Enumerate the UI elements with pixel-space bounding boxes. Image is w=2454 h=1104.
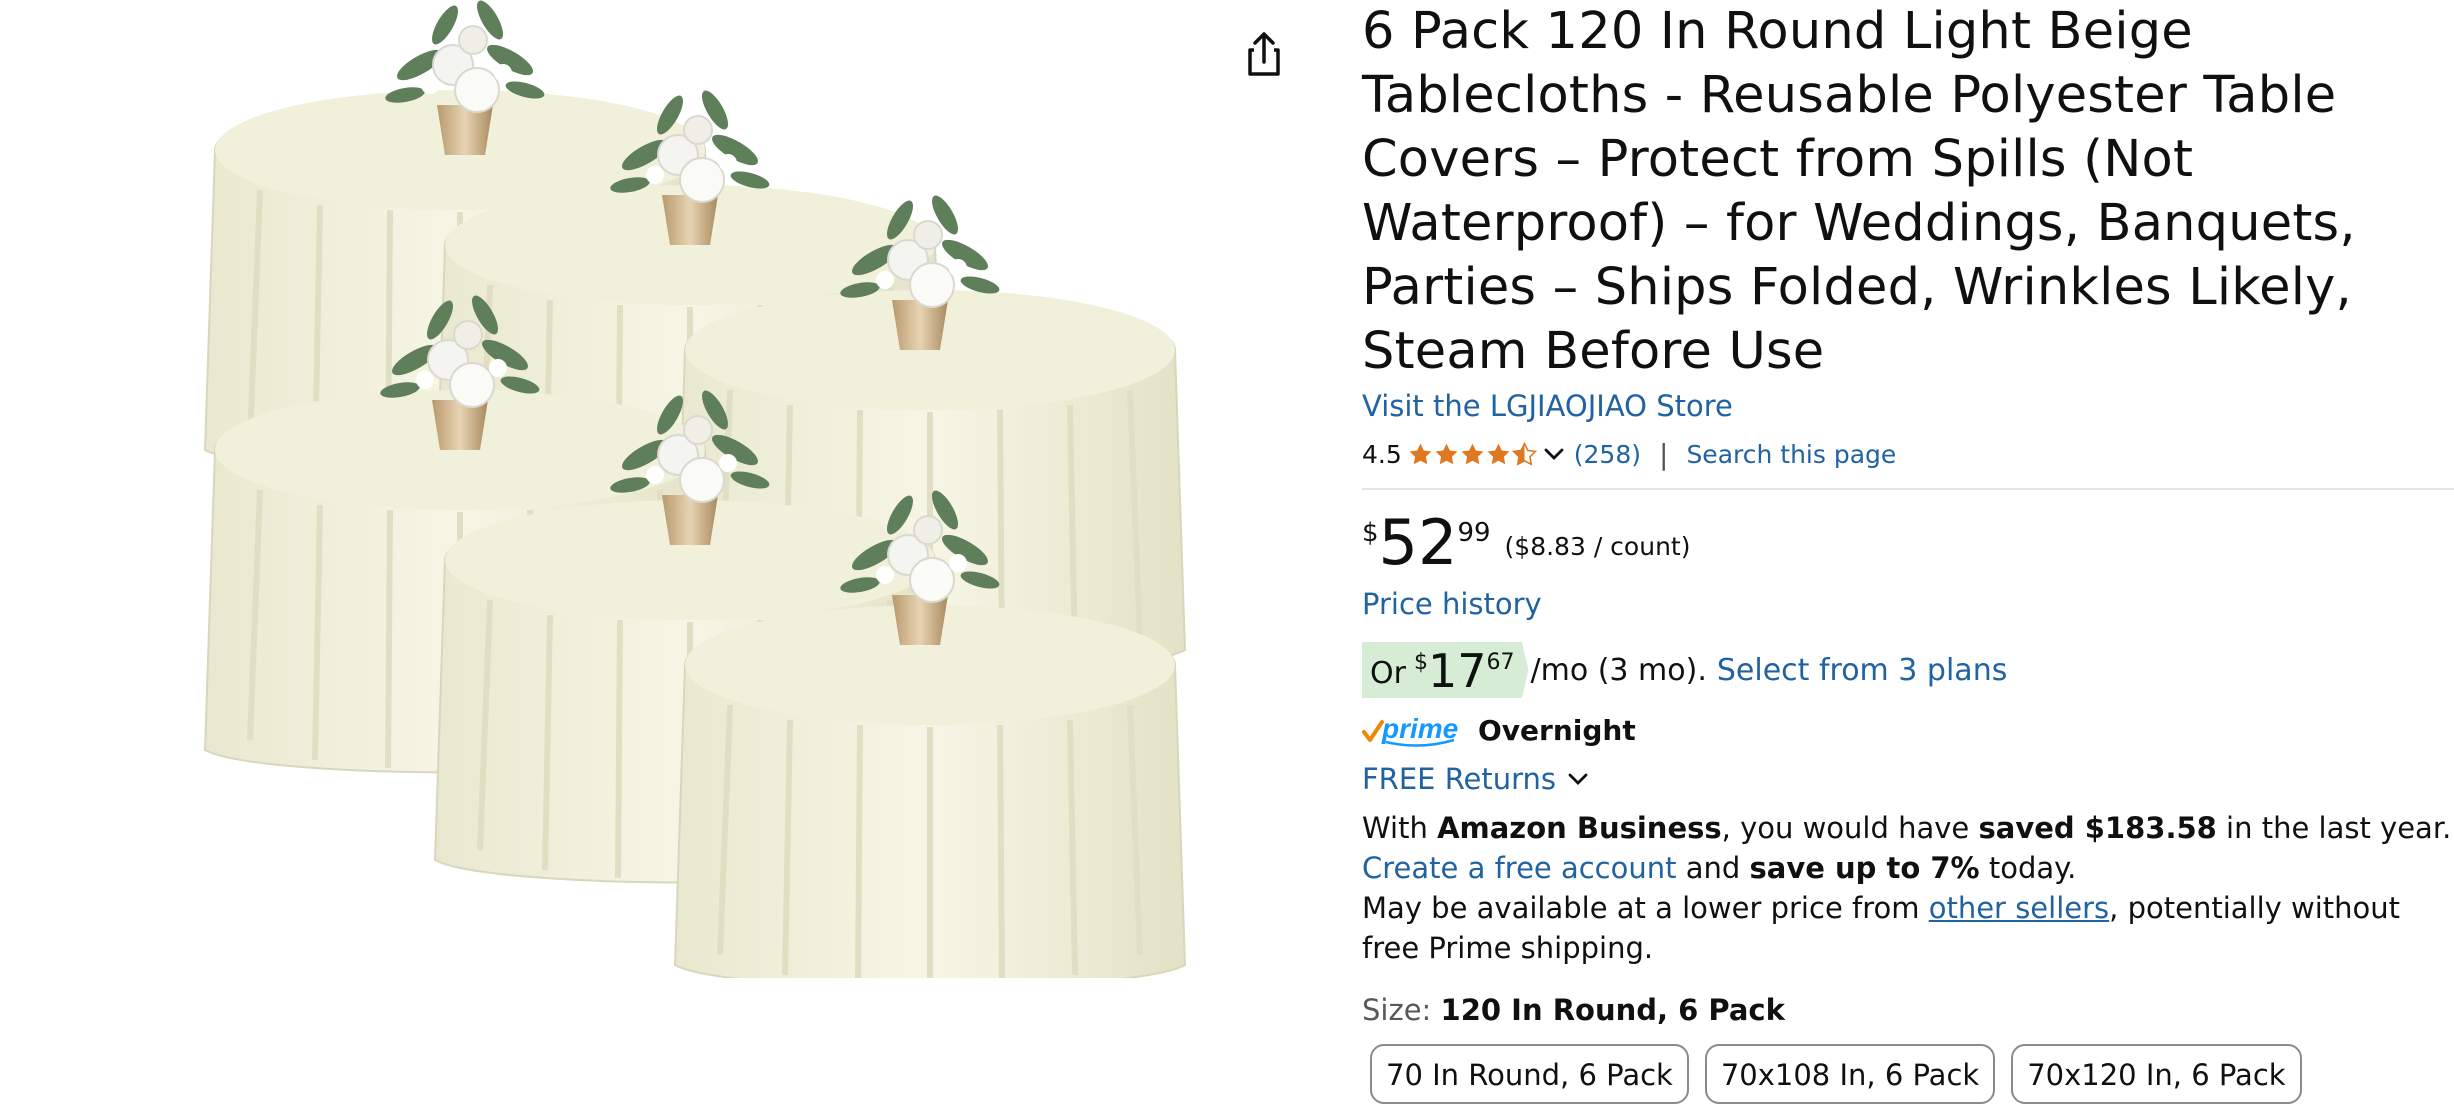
size-selector: Size: 120 In Round, 6 Pack: [1362, 990, 2454, 1030]
size-option[interactable]: 70x120 In, 6 Pack: [2011, 1044, 2302, 1104]
prime-delivery: prime Overnight: [1362, 710, 2454, 750]
chevron-down-icon[interactable]: [1566, 767, 1590, 791]
select-plans-link[interactable]: Select from 3 plans: [1717, 653, 2007, 688]
installment-or: Or: [1370, 656, 1406, 691]
half-star-icon: [1511, 441, 1537, 466]
star-icon: [1461, 443, 1484, 464]
installment-row: Or $ 17 67 /mo (3 mo). Select from 3 pla…: [1362, 642, 2454, 698]
price-whole: 52: [1378, 506, 1458, 579]
tablecloths-image: [0, 0, 1250, 978]
price: $ 52 99 ($8.83 / count): [1362, 512, 2454, 576]
rating-row: 4.5 (258) | Search this page: [1362, 432, 2454, 476]
star-icon: [1487, 443, 1510, 464]
size-options: 70 In Round, 6 Pack 70x108 In, 6 Pack 70…: [1362, 1044, 2454, 1104]
lower-price-text: May be available at a lower price from: [1362, 891, 1929, 925]
star-icon: [1435, 443, 1458, 464]
installment-fraction: 67: [1486, 650, 1515, 675]
unit-price: ($8.83 / count): [1504, 532, 1691, 561]
business-text: With: [1362, 811, 1438, 845]
business-savings: With Amazon Business, you would have sav…: [1362, 808, 2454, 888]
size-selected: 120 In Round, 6 Pack: [1440, 993, 1785, 1027]
business-brand: Amazon Business: [1437, 811, 1722, 845]
share-icon: [1248, 32, 1280, 76]
lower-price-note: May be available at a lower price from o…: [1362, 888, 2454, 968]
chevron-down-icon[interactable]: [1542, 442, 1566, 466]
separator: |: [1659, 437, 1669, 471]
store-link[interactable]: Visit the LGJIAOJIAO Store: [1362, 386, 1733, 426]
size-option[interactable]: 70 In Round, 6 Pack: [1370, 1044, 1689, 1104]
business-saved: saved $183.58: [1978, 811, 2217, 845]
other-sellers-link[interactable]: other sellers: [1929, 891, 2109, 925]
prime-logo-text: prime: [1381, 713, 1458, 744]
rating-value: 4.5: [1362, 439, 1402, 469]
size-option[interactable]: 70x108 In, 6 Pack: [1704, 1044, 1996, 1104]
installment-currency: $: [1413, 650, 1428, 675]
rating-stars[interactable]: [1408, 441, 1538, 467]
product-main-image[interactable]: [0, 0, 1250, 978]
product-title: 6 Pack 120 In Round Light Beige Tableclo…: [1362, 2, 2356, 381]
size-label: Size:: [1362, 993, 1432, 1027]
search-page-link[interactable]: Search this page: [1686, 440, 1896, 469]
free-returns-link[interactable]: FREE Returns: [1362, 762, 1556, 796]
business-text: , you would have: [1721, 811, 1979, 845]
installment-whole: 17: [1427, 644, 1487, 698]
installment-term: /mo (3 mo).: [1530, 652, 1707, 688]
price-currency: $: [1362, 518, 1379, 548]
business-save-up: save up to 7%: [1749, 851, 1980, 885]
price-fraction: 99: [1457, 518, 1491, 548]
business-text: and: [1676, 851, 1750, 885]
business-text: today.: [1979, 851, 2077, 885]
prime-logo: prime: [1362, 713, 1458, 747]
review-count-link[interactable]: (258): [1574, 440, 1641, 469]
create-account-link[interactable]: Create a free account: [1362, 851, 1677, 885]
star-icon: [1409, 443, 1432, 464]
installment-badge: Or $ 17 67: [1362, 642, 1529, 698]
business-text: in the last year.: [2216, 811, 2452, 845]
price-history-link[interactable]: Price history: [1362, 584, 2454, 624]
share-button[interactable]: [1238, 28, 1290, 80]
product-info: 6 Pack 120 In Round Light Beige Tableclo…: [1362, 0, 2454, 1104]
divider: [1362, 488, 2454, 490]
returns-row[interactable]: FREE Returns: [1362, 758, 2454, 800]
delivery-speed: Overnight: [1478, 713, 1636, 747]
